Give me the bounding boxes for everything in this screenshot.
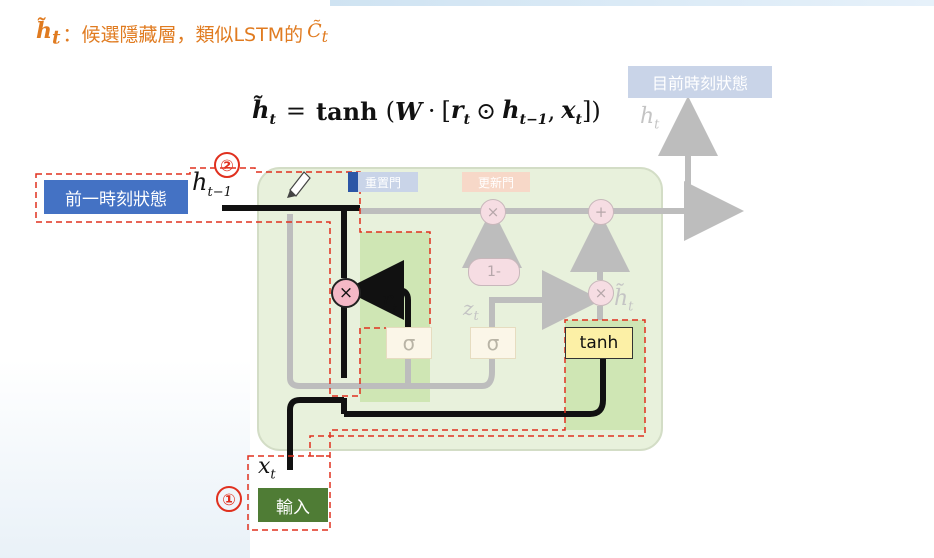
reset-multiply-op: ×	[331, 278, 361, 308]
input-var: xt	[258, 454, 276, 483]
prev-state-label: 前一時刻狀態	[44, 180, 188, 214]
input-label: 輸入	[258, 488, 328, 522]
update-var: zt	[463, 296, 479, 324]
step-marker-1: ①	[216, 486, 242, 512]
add-op: +	[588, 199, 614, 225]
update-multiply-op: ×	[480, 199, 506, 225]
update-gate-label: 更新門	[462, 172, 530, 192]
tanh-gate: tanh	[565, 327, 633, 359]
candidate-multiply-op: ×	[588, 280, 614, 306]
reset-path-highlight	[360, 232, 430, 402]
step-marker-2: ②	[214, 152, 240, 178]
one-minus-op: 1-	[468, 258, 520, 286]
reset-sigmoid-gate: σ	[386, 327, 432, 359]
h-out-var: ht	[640, 104, 660, 133]
reset-var: rt	[382, 288, 398, 317]
reset-label-marker	[348, 172, 358, 192]
reset-gate-label: 重置門	[348, 172, 418, 192]
update-sigmoid-gate: σ	[470, 327, 516, 359]
gru-diagram	[35, 96, 744, 531]
h-tilde-var: h̃t	[614, 286, 634, 315]
current-state-label: 目前時刻狀態	[628, 66, 772, 98]
